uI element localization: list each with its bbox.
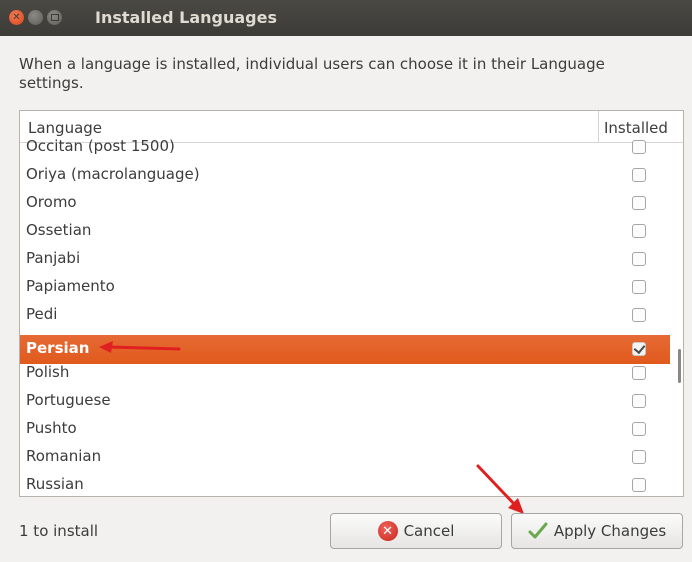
installed-checkbox[interactable]	[632, 422, 646, 436]
installed-checkbox[interactable]	[632, 280, 646, 294]
install-count-status: 1 to install	[19, 522, 99, 540]
installed-checkbox[interactable]	[632, 308, 646, 322]
checkmark-icon	[528, 522, 548, 539]
annotation-arrow-persian	[99, 341, 181, 353]
apply-changes-label: Apply Changes	[553, 522, 667, 540]
list-item[interactable]: Oromo	[20, 189, 670, 217]
installed-checkbox[interactable]	[632, 224, 646, 238]
installed-checkbox[interactable]	[632, 394, 646, 408]
minimize-window-button[interactable]	[28, 10, 43, 25]
installed-languages-window: ✕ Installed Languages When a language is…	[0, 0, 692, 562]
list-item[interactable]: Ossetian	[20, 217, 670, 245]
apply-changes-button[interactable]: Apply Changes	[511, 513, 683, 549]
language-list[interactable]: Language Installed Occitan (post 1500) Or…	[19, 110, 684, 497]
list-item[interactable]: Pedi	[20, 301, 670, 329]
installed-checkbox[interactable]	[632, 196, 646, 210]
installed-checkbox[interactable]	[632, 450, 646, 464]
list-item[interactable]: Panjabi	[20, 245, 670, 273]
maximize-window-button[interactable]	[47, 10, 62, 25]
list-item[interactable]: Papiamento	[20, 273, 670, 301]
installed-checkbox[interactable]	[632, 168, 646, 182]
list-item[interactable]: Polish	[20, 359, 670, 387]
language-name: Pushto	[26, 419, 77, 437]
language-name: Ossetian	[26, 221, 92, 239]
language-name: Papiamento	[26, 277, 115, 295]
list-item[interactable]: Russian	[20, 471, 670, 496]
language-name: Persian	[26, 339, 90, 357]
language-name: Oromo	[26, 193, 77, 211]
window-title: Installed Languages	[95, 8, 278, 27]
installed-checkbox[interactable]	[632, 140, 646, 154]
installed-checkbox[interactable]	[632, 252, 646, 266]
language-name: Panjabi	[26, 249, 81, 267]
language-name: Oriya (macrolanguage)	[26, 165, 200, 183]
installed-checkbox[interactable]	[632, 342, 646, 356]
list-item[interactable]: Occitan (post 1500)	[20, 133, 670, 161]
list-item[interactable]: Pushto	[20, 415, 670, 443]
list-item[interactable]: Portuguese	[20, 387, 670, 415]
language-name: Russian	[26, 475, 84, 493]
annotation-arrow-apply	[476, 464, 524, 514]
titlebar: ✕ Installed Languages	[0, 0, 692, 36]
language-name: Occitan (post 1500)	[26, 137, 175, 155]
cancel-button[interactable]: ✕ Cancel	[330, 513, 502, 549]
installed-checkbox[interactable]	[632, 478, 646, 492]
cancel-icon: ✕	[377, 521, 398, 541]
list-item[interactable]: Oriya (macrolanguage)	[20, 161, 670, 189]
scrollbar-thumb[interactable]	[678, 349, 681, 383]
language-name: Polish	[26, 363, 70, 381]
list-item[interactable]: Romanian	[20, 443, 670, 471]
language-name: Romanian	[26, 447, 102, 465]
language-name: Pedi	[26, 305, 58, 323]
language-name: Portuguese	[26, 391, 111, 409]
installed-checkbox[interactable]	[632, 366, 646, 380]
description-text: When a language is installed, individual…	[19, 55, 605, 92]
cancel-button-label: Cancel	[403, 522, 455, 540]
close-window-button[interactable]: ✕	[9, 10, 24, 25]
